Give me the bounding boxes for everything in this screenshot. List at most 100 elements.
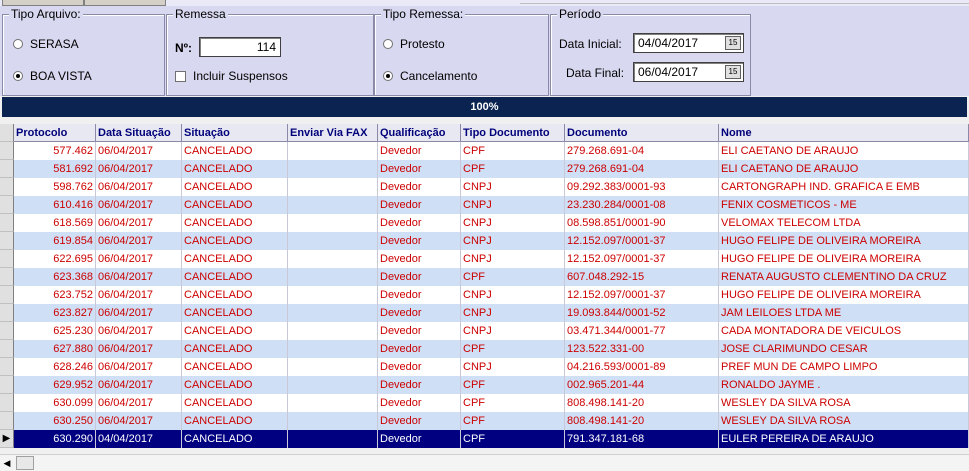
cell-situacao[interactable]: CANCELADO xyxy=(182,268,288,286)
row-indicator-cell[interactable] xyxy=(0,286,14,304)
radio-boa-vista-circle[interactable] xyxy=(13,71,23,81)
cell-protocolo[interactable]: 622.695 xyxy=(14,250,96,268)
cell-situacao[interactable]: CANCELADO xyxy=(182,412,288,430)
cell-data-situacao[interactable]: 06/04/2017 xyxy=(96,142,182,160)
cell-data-situacao[interactable]: 06/04/2017 xyxy=(96,178,182,196)
cell-data-situacao[interactable]: 06/04/2017 xyxy=(96,412,182,430)
cell-situacao[interactable]: CANCELADO xyxy=(182,340,288,358)
remessa-numero-field[interactable]: 114 xyxy=(199,37,281,57)
row-indicator-cell[interactable] xyxy=(0,250,14,268)
row-indicator-cell[interactable] xyxy=(0,322,14,340)
cell-nome[interactable]: ELI CAETANO DE ARAUJO xyxy=(719,142,969,160)
cell-enviar-via-fax[interactable] xyxy=(288,376,378,394)
table-row[interactable]: 577.462 06/04/2017 CANCELADO Devedor CPF 279.… xyxy=(0,142,969,160)
cell-situacao[interactable]: CANCELADO xyxy=(182,286,288,304)
table-row[interactable]: 623.827 06/04/2017 CANCELADO Devedor CNPJ 19.… xyxy=(0,304,969,322)
cell-data-situacao[interactable]: 06/04/2017 xyxy=(96,286,182,304)
cell-nome[interactable]: HUGO FELIPE DE OLIVEIRA MOREIRA xyxy=(719,286,969,304)
cell-qualificacao[interactable]: Devedor xyxy=(378,196,461,214)
cell-protocolo[interactable]: 630.250 xyxy=(14,412,96,430)
radio-protesto-label[interactable]: Protesto xyxy=(400,37,445,51)
cell-documento[interactable]: 002.965.201-44 xyxy=(565,376,719,394)
cell-protocolo[interactable]: 623.827 xyxy=(14,304,96,322)
cell-tipo-documento[interactable]: CPF xyxy=(461,394,565,412)
cell-tipo-documento[interactable]: CNPJ xyxy=(461,358,565,376)
cell-documento[interactable]: 12.152.097/0001-37 xyxy=(565,286,719,304)
cell-qualificacao[interactable]: Devedor xyxy=(378,340,461,358)
cell-data-situacao[interactable]: 06/04/2017 xyxy=(96,304,182,322)
results-grid[interactable]: Protocolo Data Situação Situação Enviar Via… xyxy=(0,124,969,448)
cell-documento[interactable]: 607.048.292-15 xyxy=(565,268,719,286)
cell-nome[interactable]: CADA MONTADORA DE VEICULOS xyxy=(719,322,969,340)
cell-qualificacao[interactable]: Devedor xyxy=(378,214,461,232)
incluir-suspensos-checkbox[interactable]: Incluir Suspensos xyxy=(175,69,288,83)
cell-data-situacao[interactable]: 06/04/2017 xyxy=(96,376,182,394)
data-inicial-value[interactable]: 04/04/2017 xyxy=(638,36,698,50)
cell-documento[interactable]: 279.268.691-04 xyxy=(565,160,719,178)
cell-situacao[interactable]: CANCELADO xyxy=(182,430,288,448)
cell-documento[interactable]: 279.268.691-04 xyxy=(565,142,719,160)
radio-serasa-circle[interactable] xyxy=(13,39,23,49)
table-row[interactable]: 629.952 06/04/2017 CANCELADO Devedor CPF 002.… xyxy=(0,376,969,394)
row-indicator-cell[interactable] xyxy=(0,268,14,286)
cell-protocolo[interactable]: 623.368 xyxy=(14,268,96,286)
table-row[interactable]: 625.230 06/04/2017 CANCELADO Devedor CNPJ 03.… xyxy=(0,322,969,340)
cell-situacao[interactable]: CANCELADO xyxy=(182,214,288,232)
column-header-tipo-documento[interactable]: Tipo Documento xyxy=(461,124,565,142)
cell-enviar-via-fax[interactable] xyxy=(288,358,378,376)
cell-tipo-documento[interactable]: CPF xyxy=(461,268,565,286)
column-header-protocolo[interactable]: Protocolo xyxy=(14,124,96,142)
radio-cancelamento-circle[interactable] xyxy=(383,71,393,81)
calendar-icon[interactable]: 15 xyxy=(725,36,741,50)
radio-serasa[interactable]: SERASA xyxy=(13,37,79,51)
cell-qualificacao[interactable]: Devedor xyxy=(378,286,461,304)
cell-enviar-via-fax[interactable] xyxy=(288,304,378,322)
cell-nome[interactable]: EULER PEREIRA DE ARAUJO xyxy=(719,430,969,448)
table-row[interactable]: 623.368 06/04/2017 CANCELADO Devedor CPF 607.… xyxy=(0,268,969,286)
table-row[interactable]: 618.569 06/04/2017 CANCELADO Devedor CNPJ 08.… xyxy=(0,214,969,232)
row-indicator-cell[interactable] xyxy=(0,160,14,178)
cell-enviar-via-fax[interactable] xyxy=(288,142,378,160)
cell-situacao[interactable]: CANCELADO xyxy=(182,232,288,250)
cell-documento[interactable]: 08.598.851/0001-90 xyxy=(565,214,719,232)
row-indicator-cell[interactable] xyxy=(0,214,14,232)
cell-documento[interactable]: 123.522.331-00 xyxy=(565,340,719,358)
cell-situacao[interactable]: CANCELADO xyxy=(182,394,288,412)
row-indicator-cell[interactable] xyxy=(0,358,14,376)
cell-situacao[interactable]: CANCELADO xyxy=(182,322,288,340)
cell-data-situacao[interactable]: 06/04/2017 xyxy=(96,394,182,412)
cell-qualificacao[interactable]: Devedor xyxy=(378,142,461,160)
cell-nome[interactable]: CARTONGRAPH IND. GRAFICA E EMB xyxy=(719,178,969,196)
cell-protocolo[interactable]: 630.099 xyxy=(14,394,96,412)
cell-tipo-documento[interactable]: CPF xyxy=(461,340,565,358)
radio-serasa-label[interactable]: SERASA xyxy=(30,37,79,51)
cell-situacao[interactable]: CANCELADO xyxy=(182,376,288,394)
cell-situacao[interactable]: CANCELADO xyxy=(182,142,288,160)
cell-documento[interactable]: 791.347.181-68 xyxy=(565,430,719,448)
row-indicator-cell[interactable] xyxy=(0,196,14,214)
cell-tipo-documento[interactable]: CNPJ xyxy=(461,286,565,304)
table-row[interactable]: 622.695 06/04/2017 CANCELADO Devedor CNPJ 12.… xyxy=(0,250,969,268)
cell-tipo-documento[interactable]: CPF xyxy=(461,376,565,394)
cell-nome[interactable]: RONALDO JAYME . xyxy=(719,376,969,394)
row-indicator-cell[interactable] xyxy=(0,304,14,322)
cell-qualificacao[interactable]: Devedor xyxy=(378,322,461,340)
cell-enviar-via-fax[interactable] xyxy=(288,286,378,304)
table-row[interactable]: 623.752 06/04/2017 CANCELADO Devedor CNPJ 12.… xyxy=(0,286,969,304)
cell-nome[interactable]: HUGO FELIPE DE OLIVEIRA MOREIRA xyxy=(719,250,969,268)
cell-protocolo[interactable]: 628.246 xyxy=(14,358,96,376)
row-indicator-cell[interactable] xyxy=(0,394,14,412)
data-final-field[interactable]: 06/04/2017 15 xyxy=(633,62,744,82)
cell-nome[interactable]: JOSE CLARIMUNDO CESAR xyxy=(719,340,969,358)
table-row[interactable]: 598.762 06/04/2017 CANCELADO Devedor CNPJ 09.… xyxy=(0,178,969,196)
cell-enviar-via-fax[interactable] xyxy=(288,160,378,178)
cell-protocolo[interactable]: 625.230 xyxy=(14,322,96,340)
cell-protocolo[interactable]: 581.692 xyxy=(14,160,96,178)
cell-protocolo[interactable]: 610.416 xyxy=(14,196,96,214)
column-header-nome[interactable]: Nome xyxy=(719,124,969,142)
cell-tipo-documento[interactable]: CNPJ xyxy=(461,322,565,340)
column-header-data-situacao[interactable]: Data Situação xyxy=(96,124,182,142)
column-header-documento[interactable]: Documento xyxy=(565,124,719,142)
cell-documento[interactable]: 808.498.141-20 xyxy=(565,412,719,430)
row-indicator-cell[interactable] xyxy=(0,376,14,394)
